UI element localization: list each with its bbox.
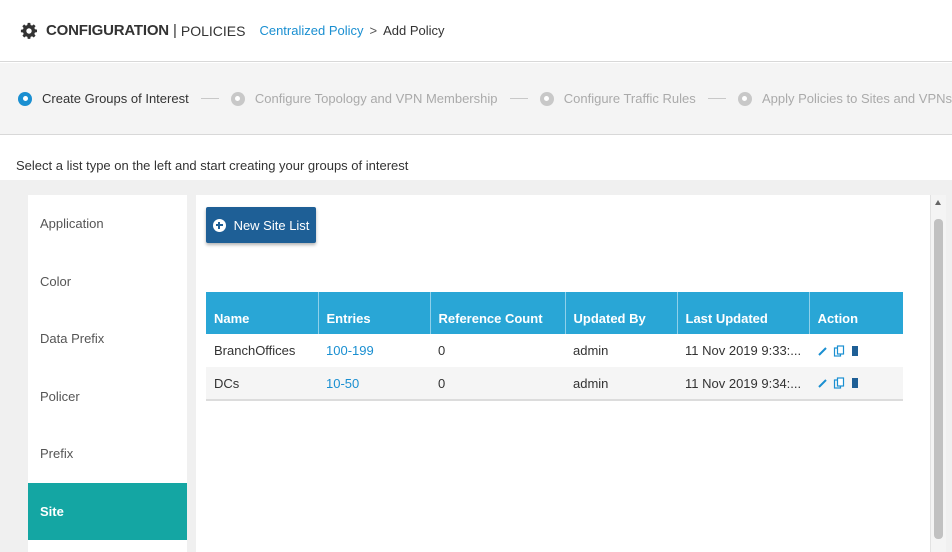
edit-icon[interactable] bbox=[817, 345, 829, 357]
step-label: Apply Policies to Sites and VPNs bbox=[761, 91, 952, 106]
sidebar-item-data-prefix[interactable]: Data Prefix bbox=[28, 310, 187, 368]
copy-icon[interactable] bbox=[833, 344, 845, 357]
plus-circle-icon bbox=[212, 218, 226, 232]
instruction-text: Select a list type on the left and start… bbox=[16, 158, 409, 173]
delete-icon[interactable] bbox=[849, 377, 861, 389]
list-type-sidebar: Application Color Data Prefix Policer Pr… bbox=[28, 195, 187, 552]
breadcrumb-separator: > bbox=[369, 23, 378, 38]
column-header-entries[interactable]: Entries bbox=[318, 292, 431, 334]
step-configure-traffic[interactable]: Configure Traffic Rules bbox=[539, 91, 696, 106]
page-title: CONFIGURATION bbox=[46, 22, 169, 39]
page-subtitle: POLICIES bbox=[180, 22, 246, 39]
sidebar-item-policer[interactable]: Policer bbox=[28, 368, 187, 426]
step-label: Configure Topology and VPN Membership bbox=[254, 91, 498, 106]
column-header-action: Action bbox=[809, 292, 903, 334]
title-separator: | bbox=[172, 22, 177, 39]
step-label: Create Groups of Interest bbox=[42, 91, 189, 106]
step-inactive-icon bbox=[230, 91, 245, 106]
cell-actions bbox=[809, 367, 903, 401]
breadcrumb-centralized-policy[interactable]: Centralized Policy bbox=[259, 23, 363, 38]
wizard-stepper: Create Groups of Interest Configure Topo… bbox=[0, 63, 952, 135]
new-site-list-button[interactable]: New Site List bbox=[206, 207, 316, 243]
step-connector bbox=[707, 98, 726, 99]
column-header-reference-count[interactable]: Reference Count bbox=[430, 292, 566, 334]
cell-name: BranchOffices bbox=[214, 343, 296, 358]
cell-entries-link[interactable]: 100-199 bbox=[318, 334, 430, 367]
column-header-name[interactable]: Name bbox=[206, 292, 319, 334]
right-edge bbox=[946, 180, 952, 552]
cell-entries-link[interactable]: 10-50 bbox=[318, 367, 430, 401]
cell-name: DCs bbox=[206, 367, 318, 401]
step-configure-topology[interactable]: Configure Topology and VPN Membership bbox=[230, 91, 498, 106]
column-header-updated-by[interactable]: Updated By bbox=[565, 292, 678, 334]
sidebar-item-application[interactable]: Application bbox=[28, 195, 187, 253]
step-active-icon bbox=[18, 91, 32, 106]
step-connector bbox=[200, 98, 219, 99]
cell-updated-by: admin bbox=[573, 343, 609, 358]
table-row: DCs 10-50 0 admin 11 Nov 2019 9:34:... bbox=[206, 367, 903, 401]
step-connector bbox=[509, 98, 528, 99]
page-header: CONFIGURATION | POLICIES Centralized Pol… bbox=[0, 0, 952, 62]
scroll-thumb[interactable] bbox=[934, 219, 943, 539]
cell-reference-count: 0 bbox=[430, 367, 565, 401]
table-header-row: Name Entries Reference Count Updated By … bbox=[206, 292, 903, 334]
step-inactive-icon bbox=[737, 91, 752, 106]
new-site-list-label: New Site List bbox=[233, 217, 310, 233]
cell-actions bbox=[809, 334, 903, 367]
gear-icon bbox=[20, 22, 38, 39]
cell-last-updated: 11 Nov 2019 9:33:... bbox=[685, 343, 802, 358]
cell-last-updated: 11 Nov 2019 9:34:... bbox=[677, 367, 810, 401]
delete-icon[interactable] bbox=[849, 345, 861, 357]
step-create-groups[interactable]: Create Groups of Interest bbox=[18, 91, 189, 106]
vertical-scrollbar[interactable] bbox=[930, 195, 946, 552]
cell-updated-by: admin bbox=[565, 367, 677, 401]
breadcrumb-current: Add Policy bbox=[383, 23, 445, 38]
sidebar-item-color[interactable]: Color bbox=[28, 253, 187, 311]
main-panel: New Site List Name Entries Reference Cou… bbox=[196, 195, 930, 552]
site-list-table: Name Entries Reference Count Updated By … bbox=[206, 292, 903, 401]
sidebar-item-prefix[interactable]: Prefix bbox=[28, 425, 187, 483]
step-label: Configure Traffic Rules bbox=[563, 91, 696, 106]
edit-icon[interactable] bbox=[817, 377, 829, 389]
cell-reference-count: 0 bbox=[438, 343, 446, 358]
sidebar-item-site[interactable]: Site bbox=[28, 482, 187, 540]
table-row: BranchOffices 100-199 0 admin 11 Nov 201… bbox=[206, 334, 903, 367]
step-inactive-icon bbox=[539, 91, 554, 106]
column-header-last-updated[interactable]: Last Updated bbox=[677, 292, 810, 334]
scroll-up-arrow-icon[interactable] bbox=[935, 200, 941, 205]
copy-icon[interactable] bbox=[833, 377, 845, 389]
step-apply-policies[interactable]: Apply Policies to Sites and VPNs bbox=[737, 91, 952, 106]
